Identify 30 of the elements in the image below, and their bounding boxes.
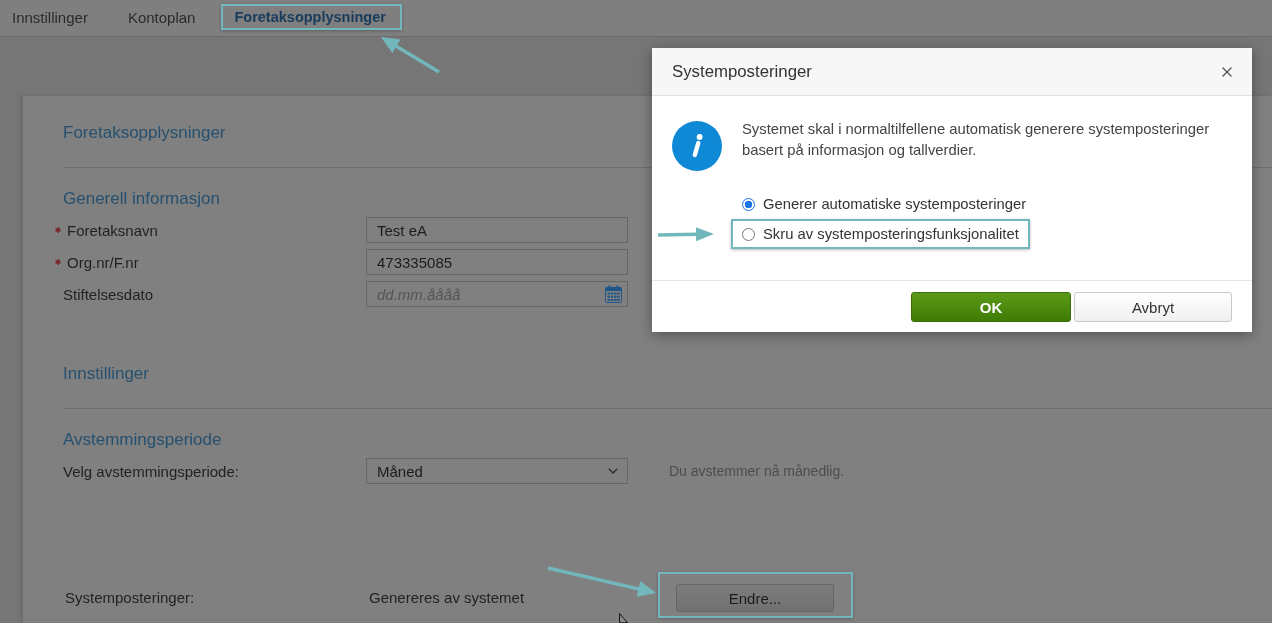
dialog-title: Systemposteringer	[672, 61, 812, 82]
text-field[interactable]: Test eA	[366, 217, 628, 243]
calendar-icon	[605, 285, 622, 303]
change-button[interactable]: Endre...	[676, 584, 834, 612]
tab[interactable]: Innstillinger	[0, 0, 108, 36]
cancel-button[interactable]: Avbryt	[1074, 292, 1232, 322]
radio-button[interactable]	[742, 197, 755, 211]
chevron-down-icon	[608, 468, 618, 474]
radio-option[interactable]: Generer automatiske systemposteringer	[742, 189, 1027, 219]
section-title: Foretaksopplysninger	[63, 122, 226, 144]
ok-button[interactable]: OK	[911, 292, 1071, 322]
section-heading: Avstemmingsperiode	[63, 429, 222, 451]
section-heading: Generell informasjon	[63, 188, 220, 210]
close-button[interactable]	[1222, 66, 1232, 77]
close-icon	[1222, 66, 1232, 77]
dropdown[interactable]: Måned	[366, 458, 628, 484]
tab[interactable]: Foretaksopplysninger	[223, 6, 400, 28]
field-label: Systemposteringer:	[64, 588, 196, 608]
field-label: Velg avstemmingsperiode:	[63, 462, 239, 480]
field-label: Org.nr/F.nr	[67, 253, 139, 271]
field-value: Genereres av systemet	[369, 588, 526, 608]
radio-button[interactable]	[742, 227, 755, 241]
dialog-message: Systemet skal i normaltilfellene automatisk generere systemposteringer basert på informasjon og tallverdier.	[742, 120, 1211, 160]
tab[interactable]: Kontoplan	[107, 0, 216, 36]
field-label: Stiftelsesdato	[63, 285, 154, 303]
field-label: Foretaksnavn	[67, 221, 158, 239]
section-title: Innstillinger	[63, 363, 149, 385]
radio-option[interactable]: Skru av systemposteringsfunksjonalitet	[742, 221, 1019, 247]
text-field[interactable]: 473335085	[366, 249, 628, 275]
info-icon	[672, 121, 722, 171]
